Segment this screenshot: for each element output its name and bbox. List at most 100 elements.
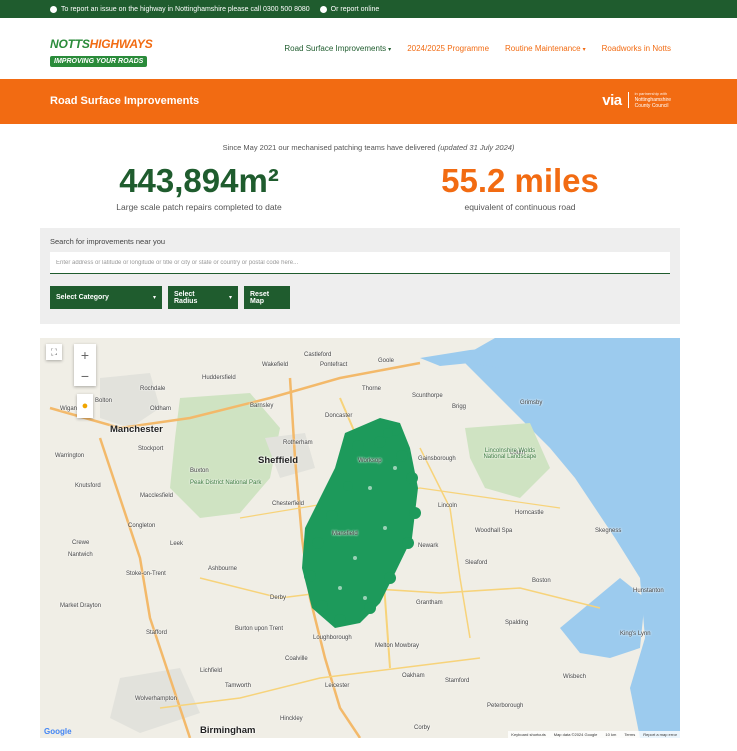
zoom-out-button[interactable]: − (74, 365, 96, 386)
map-attribution: Keyboard shortcuts Map data ©2024 Google… (508, 731, 680, 738)
map-town-label: Boston (532, 578, 551, 584)
map-town-label: Leek (170, 541, 184, 547)
map-town-label: Newark (418, 543, 439, 549)
map-town-label: Lichfield (200, 668, 223, 674)
page-banner: Road Surface Improvements via in partner… (0, 79, 737, 124)
map-marker (334, 614, 346, 626)
caret-down-icon: ▾ (582, 47, 586, 53)
map-town-label: Warrington (55, 453, 85, 459)
map-town-label: Nantwich (68, 552, 93, 558)
ncc-line-2: County Council (634, 103, 669, 109)
map-town-label: Brigg (452, 404, 467, 410)
zoom-in-button[interactable]: + (74, 344, 96, 365)
map-town-label: Corby (414, 725, 431, 731)
phone-report[interactable]: To report an issue on the highway in Not… (50, 5, 310, 13)
map-town-label: Spalding (505, 620, 529, 626)
map-town-label: Castleford (304, 352, 332, 358)
keyboard-shortcuts-link[interactable]: Keyboard shortcuts (511, 732, 545, 737)
repairs-caption: Large scale patch repairs completed to d… (116, 202, 282, 212)
logo-notts: NOTTS (50, 37, 90, 51)
map-town-label: Ashbourne (208, 566, 238, 572)
report-map-error-link[interactable]: Report a map error (643, 732, 677, 737)
map-town-label: Mansfield (332, 531, 358, 537)
filter-buttons: Select Category ▾ Select Radius ▾ Reset Ma… (50, 286, 290, 309)
pegman-icon[interactable]: ● (77, 394, 93, 418)
divider (627, 92, 629, 108)
map-town-label: King's Lynn (620, 631, 651, 637)
map-town-label: Lincoln (438, 503, 458, 509)
miles-value: 55.2 miles (441, 162, 599, 199)
nav-label: Roadworks in Notts (601, 44, 671, 53)
map-town-label: Hinckley (280, 716, 303, 722)
reset-map-button[interactable]: Reset Map (244, 286, 290, 309)
map-town-label: Grantham (416, 600, 443, 606)
improvements-map[interactable]: Manchester Sheffield Birmingham Huddersf… (40, 338, 680, 738)
select-radius-dropdown[interactable]: Select Radius ▾ (168, 286, 238, 309)
map-marker (384, 572, 396, 584)
map-town-label: Leicester (325, 683, 350, 689)
map-town-label: Thorne (362, 386, 382, 392)
map-marker (374, 436, 386, 448)
map-marker (312, 537, 324, 549)
map-city-label: Manchester (110, 424, 163, 435)
fullscreen-button[interactable]: ⛶ (46, 344, 62, 360)
radius-label: Select Radius (174, 290, 198, 305)
report-online-link[interactable]: Or report online (319, 5, 379, 13)
map-town-label: Gainsborough (418, 456, 456, 462)
nav-routine-maintenance[interactable]: Routine Maintenance ▾ (505, 44, 586, 53)
nav-programme[interactable]: 2024/2025 Programme (407, 44, 489, 53)
map-town-label: Wisbech (563, 674, 587, 680)
wolds-label: Lincolnshire Wolds National Landscape (483, 448, 537, 460)
map-data-text: Map data ©2024 Google (553, 732, 598, 737)
top-info-bar: To report an issue on the highway in Not… (0, 0, 737, 18)
nav-roadworks[interactable]: Roadworks in Notts (602, 44, 671, 53)
map-marker (409, 507, 421, 519)
map-marker (326, 510, 338, 522)
terms-link[interactable]: Terms (624, 732, 635, 737)
nav-label: 2024/2025 Programme (407, 44, 490, 53)
select-category-dropdown[interactable]: Select Category ▾ (50, 286, 162, 309)
map-marker (352, 440, 364, 452)
map-town-label: Huddersfield (202, 375, 236, 381)
map-town-label: Grimsby (520, 400, 543, 406)
updated-date: (updated 31 July 2024) (437, 143, 515, 152)
caret-down-icon: ▾ (152, 295, 156, 301)
map-town-label: Barnsley (250, 403, 274, 409)
notts-highways-logo[interactable]: NOTTSHIGHWAYS IMPROVING YOUR ROADS (50, 38, 154, 68)
main-nav: Road Surface Improvements ▾ 2024/2025 Pro… (284, 44, 671, 53)
partner-intro: in partnership with (634, 91, 668, 96)
map-town-label: Congleton (128, 523, 156, 529)
miles-stat: 55.2 miles equivalent of continuous road (410, 162, 630, 212)
map-town-label: Goole (378, 358, 395, 364)
nav-label: Routine Maintenance (505, 44, 581, 53)
search-input[interactable] (50, 252, 670, 274)
a-road (159, 657, 481, 709)
map-town-label: Doncaster (325, 413, 353, 419)
map-town-label: Oakham (402, 673, 425, 679)
map-town-label: Worksop (358, 458, 382, 464)
map-marker (304, 570, 316, 582)
map-town-label: Stafford (146, 630, 167, 636)
google-logo: Google (44, 727, 72, 736)
map-town-label: Stamford (445, 678, 470, 684)
map-town-label: Melton Mowbray (375, 643, 420, 649)
report-phone-text: To report an issue on the highway in Not… (61, 5, 310, 13)
map-town-label: Peterborough (487, 703, 524, 709)
map-town-label: Derby (270, 595, 287, 601)
ncc-logo: in partnership with Nottinghamshire Coun… (635, 91, 671, 109)
nav-road-surface-improvements[interactable]: Road Surface Improvements ▾ (284, 44, 391, 53)
map-scale: 10 km (605, 732, 617, 737)
map-town-label: Oldham (150, 406, 172, 412)
map-marker (316, 600, 328, 612)
map-town-label: Scunthorpe (412, 393, 443, 399)
map-town-label: Rochdale (140, 386, 166, 392)
map-marker (402, 537, 414, 549)
map-town-label: Market Drayton (60, 603, 102, 609)
partner-logos: via in partnership with Nottinghamshire … (602, 91, 671, 109)
site-header: NOTTSHIGHWAYS IMPROVING YOUR ROADS Road … (0, 18, 737, 79)
repairs-stat: 443,894m² Large scale patch repairs comp… (92, 162, 306, 212)
reset-label: Reset Map (250, 290, 270, 305)
map-town-label: Tamworth (225, 683, 252, 689)
page-title: Road Surface Improvements (50, 95, 200, 107)
nav-label: Road Surface Improvements (284, 44, 387, 53)
